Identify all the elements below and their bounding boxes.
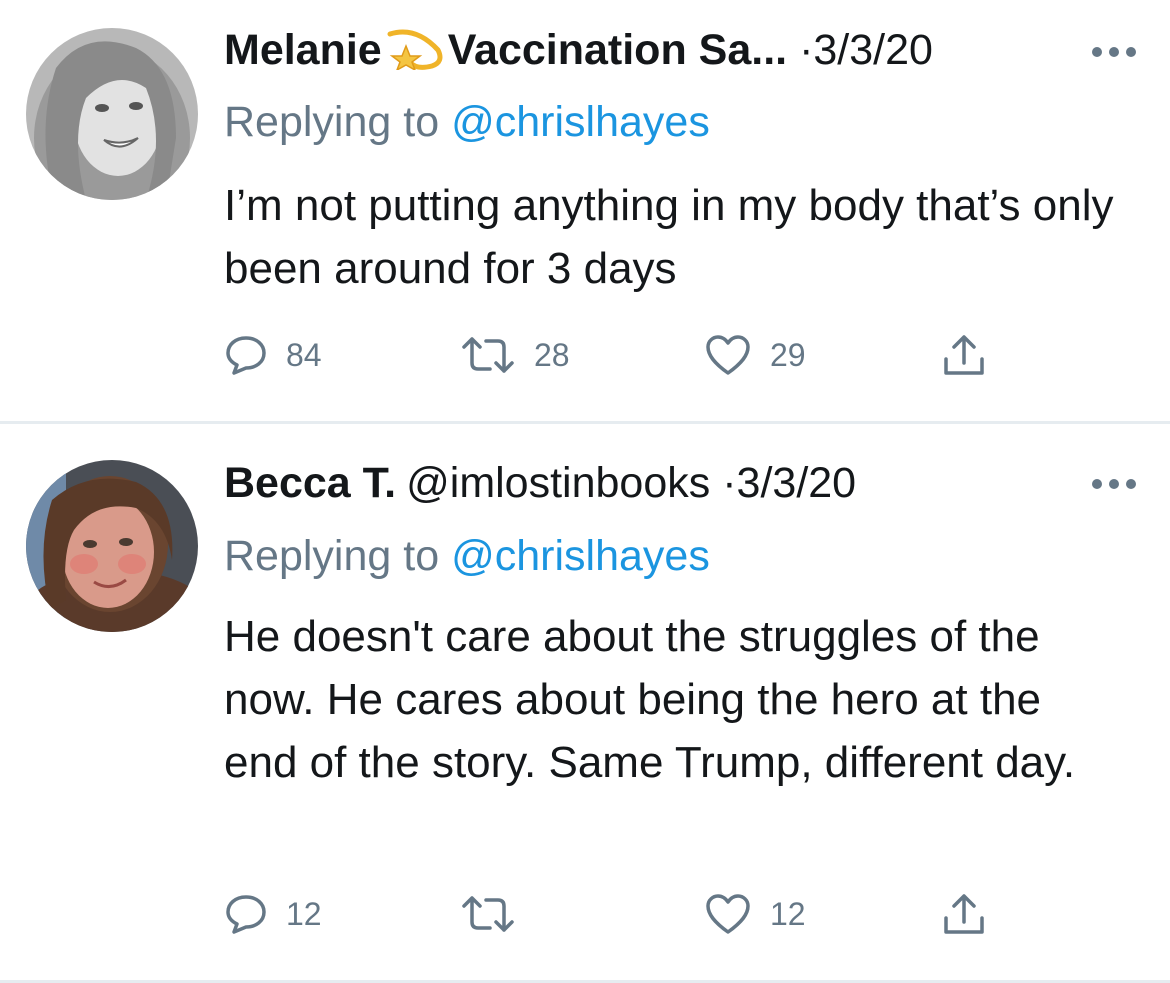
tweet-header: Becca T. @imlostinbooks ·3/3/20 bbox=[224, 458, 856, 508]
tweet-actions: 84 28 29 bbox=[224, 330, 1024, 380]
tweet[interactable]: Becca T. @imlostinbooks ·3/3/20 Replying … bbox=[0, 424, 1170, 983]
reply-button[interactable]: 12 bbox=[224, 889, 322, 939]
user-handle[interactable]: @imlostinbooks bbox=[406, 459, 710, 507]
more-dots-icon[interactable] bbox=[1090, 477, 1138, 491]
reply-button[interactable]: 84 bbox=[224, 330, 322, 380]
avatar[interactable] bbox=[26, 460, 198, 632]
tweet-actions: 12 12 bbox=[224, 889, 1024, 939]
like-count: 29 bbox=[770, 336, 806, 373]
avatar-photo bbox=[26, 28, 198, 200]
retweet-count: 28 bbox=[534, 336, 570, 373]
replying-to: Replying to @chrislhayes bbox=[224, 97, 710, 147]
replying-prefix: Replying to bbox=[224, 98, 452, 146]
replying-handle-link[interactable]: @chrislhayes bbox=[451, 98, 710, 146]
replying-prefix: Replying to bbox=[224, 532, 452, 580]
display-name-suffix[interactable]: Vaccination Sa... bbox=[448, 26, 787, 74]
replying-handle-link[interactable]: @chrislhayes bbox=[451, 532, 710, 580]
heart-icon bbox=[706, 335, 750, 375]
retweet-icon bbox=[462, 896, 514, 932]
share-button[interactable] bbox=[940, 330, 988, 380]
tweet-text: I’m not putting anything in my body that… bbox=[224, 181, 1114, 293]
display-name[interactable]: Melanie bbox=[224, 26, 382, 74]
retweet-button[interactable] bbox=[460, 889, 534, 939]
like-count: 12 bbox=[770, 895, 806, 932]
like-button[interactable]: 12 bbox=[704, 889, 806, 939]
tweet-header: Melanie Vaccination Sa... ·3/3/20 bbox=[224, 25, 933, 81]
share-icon bbox=[944, 894, 984, 934]
share-icon bbox=[944, 335, 984, 375]
separator-dot: · bbox=[722, 459, 737, 507]
replying-to: Replying to @chrislhayes bbox=[224, 531, 710, 581]
reply-bubble-icon bbox=[226, 336, 266, 375]
dizzy-star-emoji-icon bbox=[386, 28, 444, 81]
share-button[interactable] bbox=[940, 889, 988, 939]
tweet-date[interactable]: 3/3/20 bbox=[813, 26, 933, 74]
avatar[interactable] bbox=[26, 28, 198, 200]
tweet-text: He doesn't care about the struggles of t… bbox=[224, 612, 1076, 787]
reply-count: 12 bbox=[286, 895, 322, 932]
avatar-photo bbox=[26, 460, 198, 632]
tweet[interactable]: Melanie Vaccination Sa... ·3/3/20 Replyi… bbox=[0, 0, 1170, 422]
retweet-icon bbox=[462, 337, 514, 373]
display-name[interactable]: Becca T. bbox=[224, 459, 396, 507]
tweet-date[interactable]: 3/3/20 bbox=[737, 459, 857, 507]
retweet-button[interactable]: 28 bbox=[460, 330, 570, 380]
reply-count: 84 bbox=[286, 336, 322, 373]
reply-bubble-icon bbox=[226, 895, 266, 934]
more-dots-icon[interactable] bbox=[1090, 45, 1138, 59]
heart-icon bbox=[706, 894, 750, 934]
separator-dot: · bbox=[799, 26, 814, 74]
like-button[interactable]: 29 bbox=[704, 330, 806, 380]
